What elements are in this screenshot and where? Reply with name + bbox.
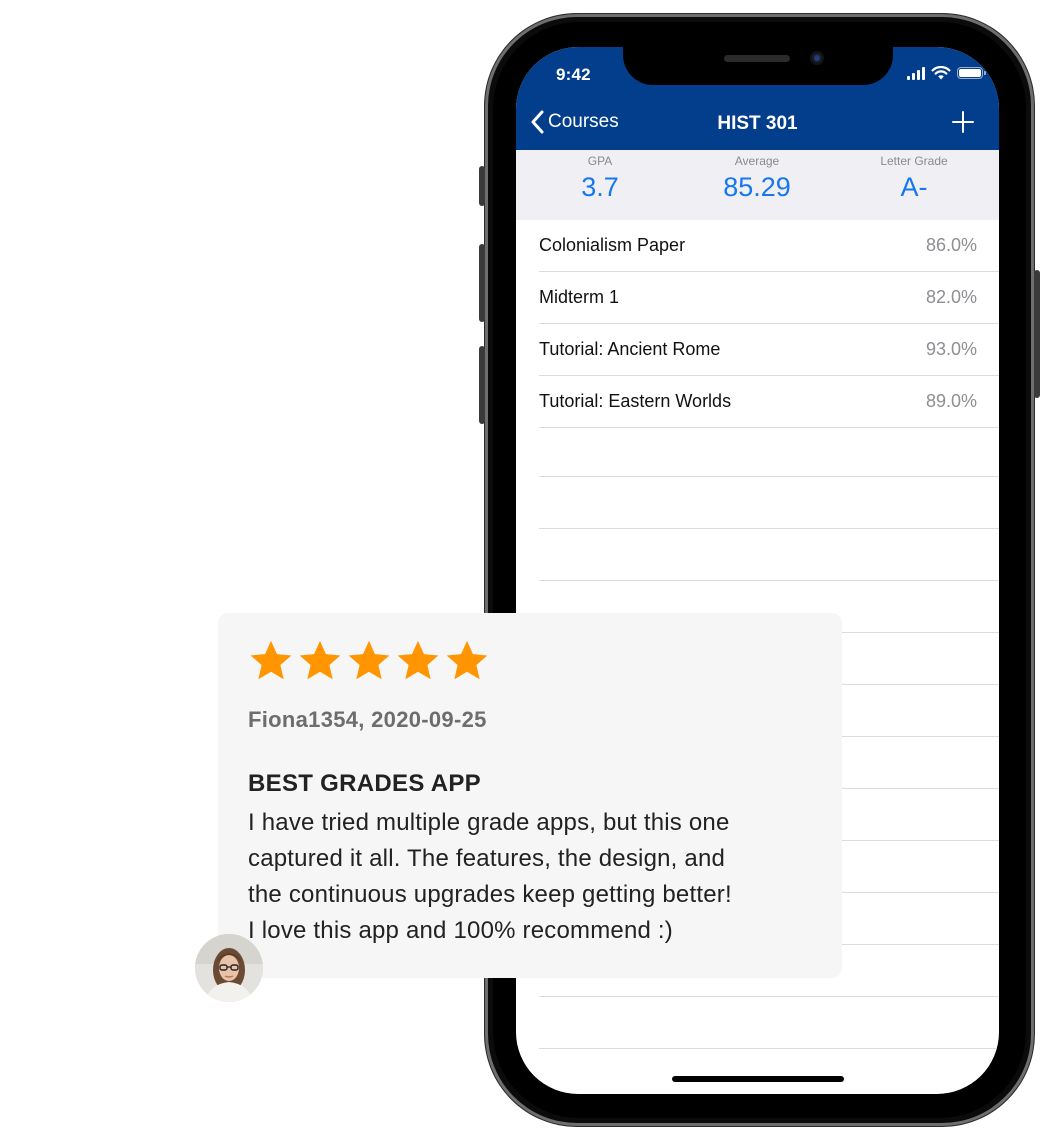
star-icon	[397, 640, 439, 680]
average-label: Average	[734, 154, 780, 168]
phone-notch	[623, 47, 893, 85]
grade-percent: 82.0%	[925, 287, 977, 307]
volume-up-button	[479, 244, 485, 322]
review-title: BEST GRADES APP	[248, 770, 481, 797]
home-indicator[interactable]	[672, 1076, 844, 1082]
star-rating	[248, 638, 490, 684]
star-icon	[250, 640, 292, 680]
review-line: captured it all. The features, the desig…	[248, 845, 726, 872]
review-author: Fiona1354, 2020-09-25	[248, 707, 487, 732]
review-body: I have tried multiple grade apps, but th…	[248, 805, 828, 949]
volume-down-button	[479, 346, 485, 424]
mute-switch	[479, 166, 485, 206]
grade-row[interactable]: Tutorial: Ancient Rome 93.0%	[539, 324, 999, 376]
gpa-value: 3.7	[581, 172, 619, 202]
stage: 9:42 Courses HIST 301 GPA 3.7 Average 85…	[0, 0, 1044, 1134]
grade-row[interactable]: Tutorial: Eastern Worlds 89.0%	[539, 376, 999, 428]
review-line: the continuous upgrades keep getting bet…	[248, 881, 732, 908]
empty-row	[539, 477, 999, 529]
grade-row[interactable]: Colonialism Paper 86.0%	[539, 220, 999, 272]
speaker-grille	[724, 55, 790, 62]
wifi-icon	[931, 66, 951, 80]
review-line: I have tried multiple grade apps, but th…	[248, 809, 730, 836]
star-icon	[446, 640, 488, 680]
power-button	[1034, 270, 1040, 398]
star-icon	[348, 640, 390, 680]
battery-icon	[957, 67, 986, 79]
grade-percent: 89.0%	[925, 391, 977, 411]
average-summary: Average 85.29	[677, 154, 837, 204]
grade-name: Tutorial: Ancient Rome	[539, 339, 721, 359]
grade-row[interactable]: Midterm 1 82.0%	[539, 272, 999, 324]
cellular-signal-icon	[907, 66, 925, 80]
status-time: 9:42	[556, 65, 591, 84]
avatar	[195, 934, 263, 1002]
letter-grade-label: Letter Grade	[880, 154, 948, 168]
gpa-label: GPA	[587, 154, 613, 168]
grade-name: Tutorial: Eastern Worlds	[539, 391, 732, 411]
grade-list: Colonialism Paper 86.0% Midterm 1 82.0% …	[516, 220, 999, 428]
review-card: Fiona1354, 2020-09-25 BEST GRADES APP I …	[218, 613, 842, 978]
empty-row	[539, 997, 999, 1049]
reviewer-photo	[195, 934, 263, 1002]
grade-percent: 86.0%	[925, 235, 977, 255]
letter-grade-summary: Letter Grade A-	[834, 154, 994, 204]
gpa-summary: GPA 3.7	[520, 154, 680, 204]
grade-name: Colonialism Paper	[539, 235, 686, 255]
grade-percent: 93.0%	[925, 339, 977, 359]
average-value: 85.29	[723, 172, 791, 202]
front-camera	[810, 51, 824, 65]
plus-icon[interactable]	[951, 110, 975, 134]
letter-grade-value: A-	[900, 172, 928, 202]
star-icon	[299, 640, 341, 680]
grade-name: Midterm 1	[539, 287, 620, 307]
status-icons	[907, 66, 986, 80]
empty-row	[539, 529, 999, 581]
grade-summary: GPA 3.7 Average 85.29 Letter Grade A-	[516, 150, 999, 220]
page-title: HIST 301	[717, 113, 798, 134]
empty-row	[539, 425, 999, 477]
review-line: I love this app and 100% recommend :)	[248, 917, 673, 944]
